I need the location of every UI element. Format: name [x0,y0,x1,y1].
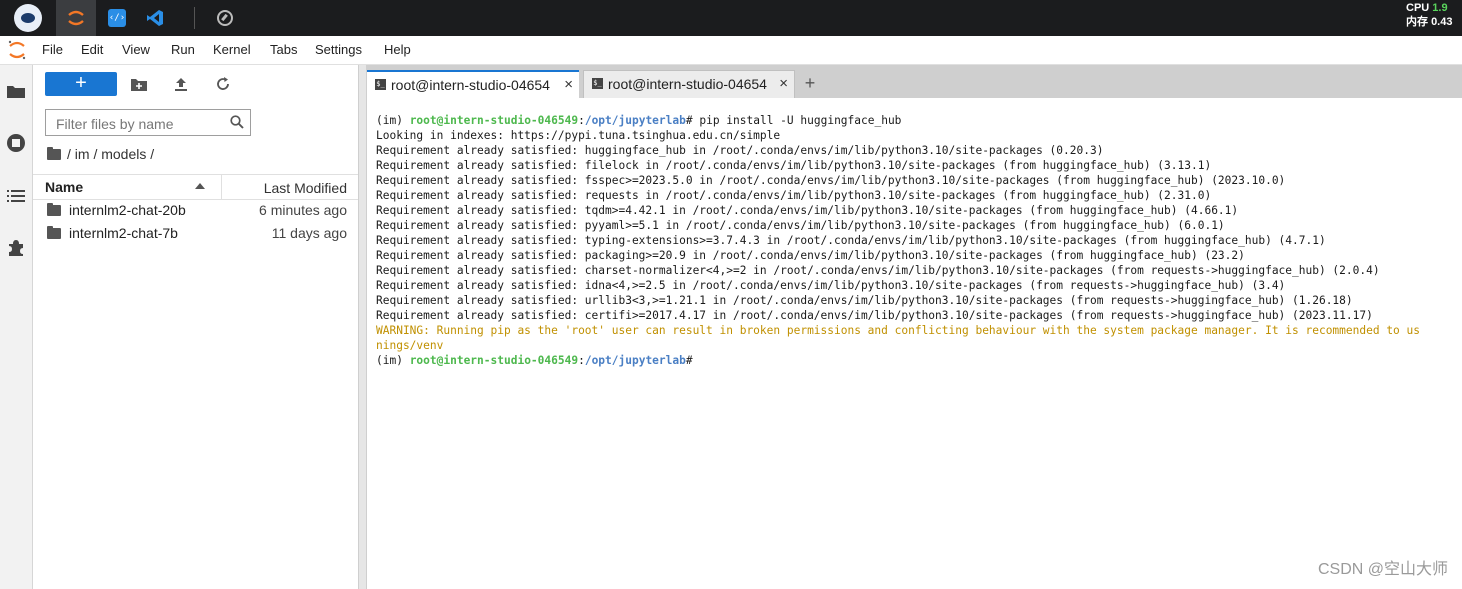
table-of-contents-icon[interactable] [6,186,26,206]
terminal-line: Requirement already satisfied: filelock … [376,159,1212,172]
jupyter-app-icon[interactable] [56,0,96,36]
file-list-item[interactable]: internlm2-chat-7b 11 days ago [33,222,358,245]
compass-icon[interactable] [212,0,238,36]
prompt-separator: : [578,354,585,367]
terminal-line: Requirement already satisfied: charset-n… [376,264,1380,277]
prompt-path: /opt/jupyterlab [584,354,686,367]
terminal-line: Requirement already satisfied: pyyaml>=5… [376,219,1225,232]
file-filter-input[interactable] [54,114,226,134]
upload-icon[interactable] [172,75,190,93]
menu-help[interactable]: Help [384,42,411,57]
jupyter-logo-icon [6,39,28,61]
prompt-user: root@intern-studio-046549 [409,354,579,367]
memory-value: 0.43 [1431,16,1453,28]
file-list-header: Name Last Modified [33,174,358,200]
folder-icon [47,226,61,239]
terminal-line: Requirement already satisfied: requests … [376,189,1212,202]
file-browser-panel: + / im / models / Name Last Modified int… [33,65,358,589]
terminal-line: Looking in indexes: https://pypi.tuna.ts… [376,129,781,142]
file-name: internlm2-chat-20b [69,202,186,218]
menu-tabs[interactable]: Tabs [270,42,297,57]
terminal-prompt-line: (im) root@intern-studio-046549:/opt/jupy… [376,353,699,368]
search-icon[interactable] [230,115,244,129]
breadcrumb-path[interactable]: / im / models / [67,146,154,162]
name-column-header[interactable]: Name [45,179,83,195]
terminal-line: Requirement already satisfied: certifi>=… [376,309,1373,322]
toolbar-divider [194,7,195,29]
memory-label: 内存 [1406,16,1428,28]
prompt-end: # [685,114,700,127]
prompt-env: (im) [376,354,410,367]
terminal-warning-line: WARNING: Running pip as the 'root' user … [376,324,1420,337]
folder-icon [47,203,61,216]
column-divider[interactable] [221,175,222,199]
file-name: internlm2-chat-7b [69,225,178,241]
menu-view[interactable]: View [122,42,150,57]
tab-label: root@intern-studio-04654 [608,76,767,92]
user-avatar-icon[interactable] [8,0,48,36]
menu-edit[interactable]: Edit [81,42,103,57]
code-server-icon[interactable]: ‹/› [104,0,130,36]
close-icon[interactable]: × [564,76,573,93]
sort-ascending-icon[interactable] [195,183,205,189]
command-text: pip install -U huggingface_hub [699,114,902,127]
terminal-warning-line: nings/venv [376,339,444,352]
add-tab-button[interactable]: + [797,72,823,96]
terminal-line: Requirement already satisfied: tqdm>=4.4… [376,204,1239,217]
extension-manager-icon[interactable] [6,238,26,258]
terminal-line: Requirement already satisfied: huggingfa… [376,144,1104,157]
prompt-env: (im) [376,114,410,127]
terminal-icon: $_ [592,78,603,89]
terminal-icon: $_ [375,79,386,90]
prompt-separator: : [578,114,585,127]
terminal-output[interactable]: (im) root@intern-studio-046549:/opt/jupy… [367,98,1462,589]
prompt-user: root@intern-studio-046549 [409,114,579,127]
new-launcher-button[interactable]: + [45,72,117,96]
file-filter-search [45,109,251,136]
menu-file[interactable]: File [42,42,63,57]
terminal-line: Requirement already satisfied: fsspec>=2… [376,174,1286,187]
terminal-line: Requirement already satisfied: idna<4,>=… [376,279,1286,292]
tab-label: root@intern-studio-04654 [391,77,550,93]
document-tab-bar: $_ root@intern-studio-04654 × $_ root@in… [367,65,1462,98]
tab-terminal-2[interactable]: $_ root@intern-studio-04654 × [583,70,795,98]
prompt-path: /opt/jupyterlab [584,114,686,127]
menu-settings[interactable]: Settings [315,42,362,57]
home-folder-icon[interactable] [47,146,61,160]
menu-kernel[interactable]: Kernel [213,42,251,57]
breadcrumb: / im / models / [47,146,154,162]
terminal-line: Requirement already satisfied: packaging… [376,249,1245,262]
modified-column-header[interactable]: Last Modified [264,180,347,196]
panel-resize-handle[interactable] [358,65,367,589]
running-sessions-icon[interactable] [6,133,26,153]
cpu-label: CPU [1406,2,1430,14]
tab-terminal-1[interactable]: $_ root@intern-studio-04654 × [367,70,579,98]
menu-bar: File Edit View Run Kernel Tabs Settings … [0,36,1462,65]
top-app-bar: ‹/› CPU 1.9 内存 0.43 [0,0,1462,36]
terminal-line: Requirement already satisfied: typing-ex… [376,234,1326,247]
new-folder-icon[interactable] [130,75,148,93]
prompt-end: # [685,354,700,367]
refresh-icon[interactable] [214,75,232,93]
terminal-line: Requirement already satisfied: urllib3<3… [376,294,1353,307]
close-icon[interactable]: × [779,75,788,92]
vscode-icon[interactable] [142,0,168,36]
resource-monitor: CPU 1.9 内存 0.43 [1406,1,1462,29]
file-list-item[interactable]: internlm2-chat-20b 6 minutes ago [33,199,358,222]
file-modified: 6 minutes ago [259,202,347,218]
folder-icon[interactable] [6,81,26,101]
watermark: CSDN @空山大师 [1317,561,1448,578]
left-activity-bar [0,65,33,589]
file-modified: 11 days ago [271,225,347,241]
cpu-value: 1.9 [1432,2,1448,14]
terminal-command-line: (im) root@intern-studio-046549:/opt/jupy… [376,113,901,128]
menu-run[interactable]: Run [171,42,195,57]
